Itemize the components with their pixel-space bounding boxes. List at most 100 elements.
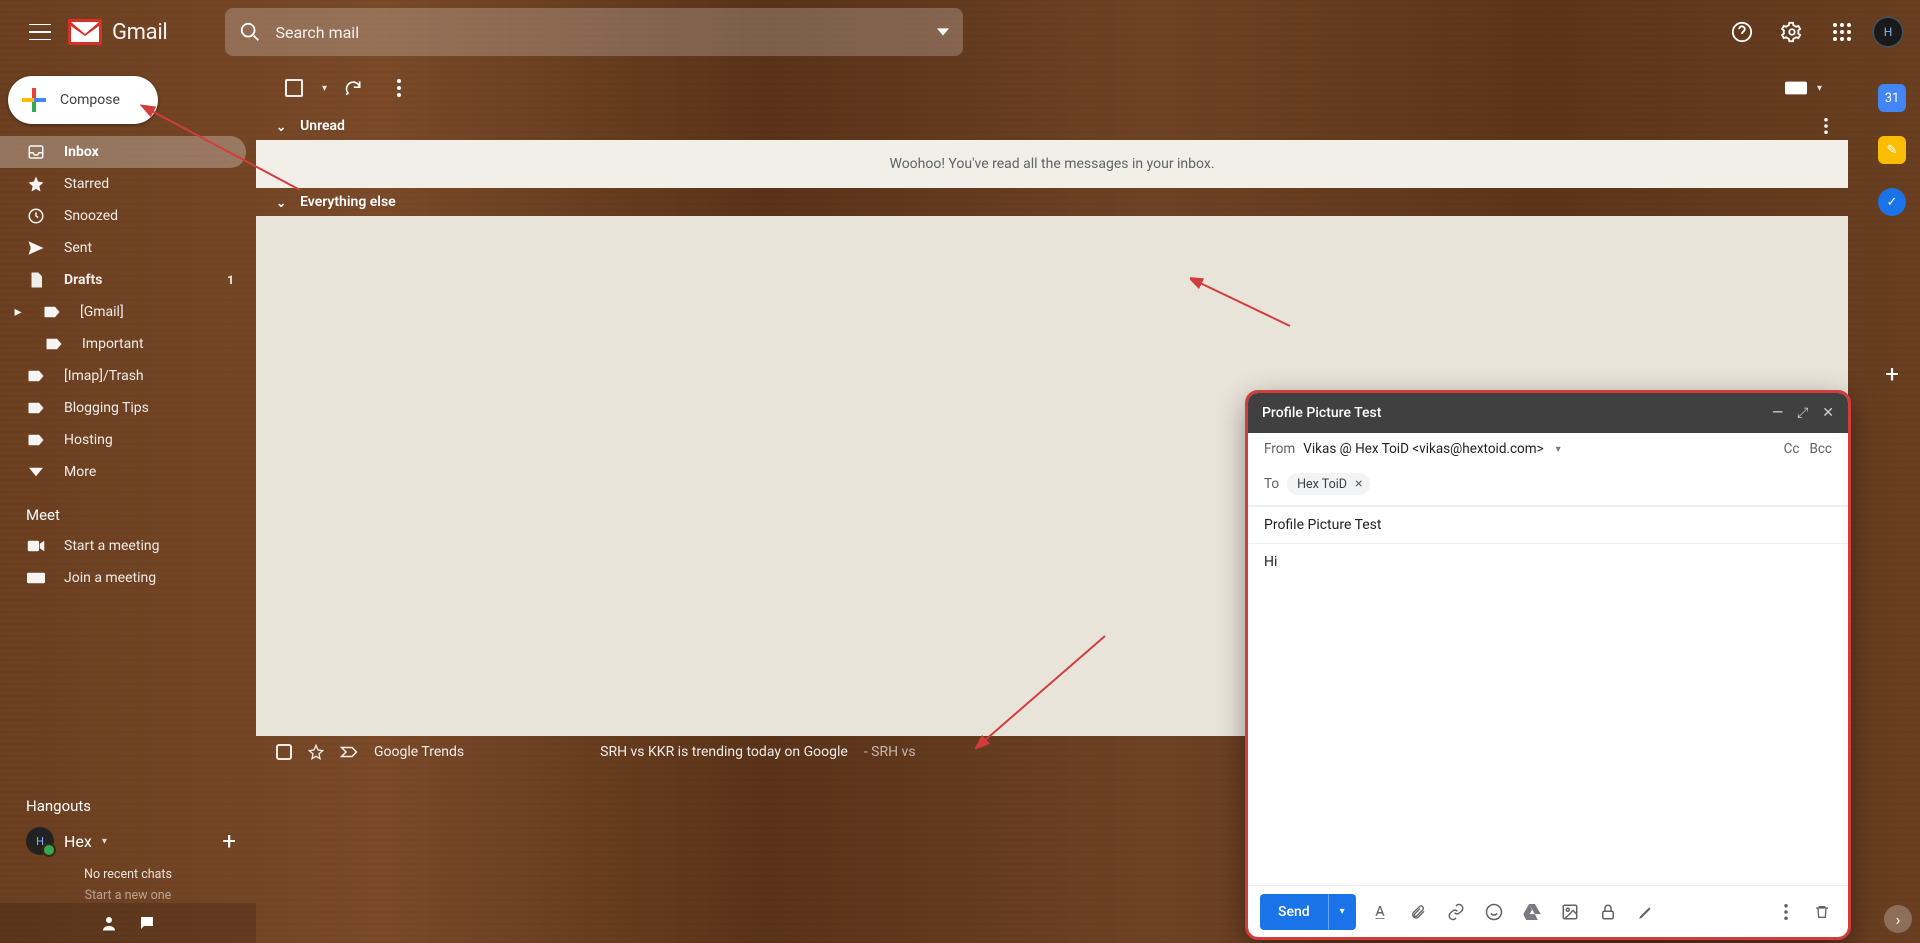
section-everything-else[interactable]: ⌃ Everything else (256, 188, 1848, 216)
sidebar-item-important[interactable]: Important (0, 328, 246, 360)
hangouts-new-chat[interactable]: + (222, 827, 236, 855)
checkbox-icon[interactable] (276, 744, 292, 760)
discard-button[interactable] (1808, 898, 1836, 926)
subject-input[interactable] (1248, 506, 1848, 543)
image-button[interactable] (1556, 898, 1584, 926)
keep-icon: ✎ (1887, 143, 1898, 158)
compose-titlebar[interactable]: Profile Picture Test — ⤢ ✕ (1248, 393, 1848, 433)
chevron-up-icon: ⌃ (276, 119, 286, 133)
recipient-chip-label: Hex ToiD (1297, 477, 1347, 492)
hangouts-user-row[interactable]: H Hex ▾ + (0, 821, 256, 861)
sidebar-item-starred[interactable]: Starred (0, 168, 246, 200)
chevron-down-icon: ▾ (102, 836, 107, 847)
sidebar-item-label: Inbox (64, 144, 99, 160)
compose-body[interactable]: Hi (1248, 543, 1848, 885)
sidebar-item-label: [Imap]/Trash (64, 368, 144, 384)
compose-to-row[interactable]: To Hex ToiD × (1248, 465, 1848, 506)
meet-start[interactable]: Start a meeting (0, 530, 246, 562)
section-menu[interactable] (1824, 118, 1828, 134)
sidebar-item-inbox[interactable]: Inbox (0, 136, 246, 168)
close-icon[interactable]: ✕ (1822, 405, 1834, 421)
account-avatar[interactable]: H (1872, 16, 1904, 48)
sidebar-item-label: [Gmail] (80, 304, 124, 320)
side-panel: 31 ✎ ✓ + (1864, 64, 1920, 943)
kebab-icon (1784, 904, 1788, 920)
apps-grid-icon (1832, 22, 1852, 42)
meet-join[interactable]: Join a meeting (0, 562, 246, 594)
keyboard-icon (1785, 81, 1807, 95)
keep-addon[interactable]: ✎ (1878, 136, 1906, 164)
recipient-chip[interactable]: Hex ToiD × (1287, 473, 1370, 495)
help-icon (1731, 21, 1753, 43)
tasks-addon[interactable]: ✓ (1878, 188, 1906, 216)
apps-button[interactable] (1822, 12, 1862, 52)
expand-icon[interactable]: ⤢ (1797, 405, 1808, 421)
select-all-checkbox[interactable] (274, 68, 314, 108)
hangouts-no-recent: No recent chats (0, 861, 256, 882)
from-dropdown-icon[interactable]: ▾ (1556, 444, 1561, 455)
image-icon (1561, 903, 1579, 921)
compose-more-button[interactable] (1772, 898, 1800, 926)
settings-button[interactable] (1772, 12, 1812, 52)
compose-button[interactable]: Compose (8, 76, 158, 124)
calendar-addon[interactable]: 31 (1878, 84, 1906, 112)
gmail-logo-icon (68, 19, 102, 45)
paperclip-icon (1410, 903, 1426, 921)
sidebar-item-imap-trash[interactable]: [Imap]/Trash (0, 360, 246, 392)
kebab-icon (397, 79, 401, 97)
remove-chip-icon[interactable]: × (1355, 476, 1362, 492)
label-icon (44, 337, 64, 351)
search-options-icon[interactable] (937, 26, 949, 38)
important-icon[interactable] (340, 746, 358, 758)
sidebar-item-label: Drafts (64, 272, 102, 288)
to-label: To (1264, 476, 1279, 492)
chevron-up-icon: ⌃ (276, 195, 286, 209)
drive-button[interactable] (1518, 898, 1546, 926)
link-button[interactable] (1442, 898, 1470, 926)
formatting-button[interactable] (1366, 898, 1394, 926)
more-button[interactable] (379, 68, 419, 108)
gmail-logo[interactable]: Gmail (68, 19, 167, 45)
refresh-button[interactable] (333, 68, 373, 108)
search-bar[interactable] (225, 8, 963, 56)
label-icon (26, 369, 46, 383)
sidebar-item-blogging-tips[interactable]: Blogging Tips (0, 392, 246, 424)
sidebar-item-gmail-label[interactable]: ▸ [Gmail] (0, 296, 246, 328)
side-panel-toggle[interactable]: › (1884, 905, 1912, 933)
hangouts-bottom-tabs (0, 903, 256, 943)
emoji-button[interactable] (1480, 898, 1508, 926)
to-input[interactable] (1378, 476, 1832, 492)
send-options-button[interactable]: ▾ (1328, 894, 1356, 930)
hangouts-user-name: Hex (64, 832, 92, 851)
section-unread[interactable]: ⌃ Unread (256, 112, 1848, 140)
signature-button[interactable] (1632, 898, 1660, 926)
compose-toolbar: Send ▾ (1248, 885, 1848, 937)
sidebar-item-label: Starred (64, 176, 109, 192)
input-tools-dropdown-icon[interactable]: ▾ (1817, 83, 1822, 94)
section-label: Everything else (300, 194, 396, 210)
sidebar-item-hosting[interactable]: Hosting (0, 424, 246, 456)
cc-button[interactable]: Cc (1784, 441, 1800, 457)
select-dropdown-icon[interactable]: ▾ (322, 83, 327, 94)
attach-button[interactable] (1404, 898, 1432, 926)
star-icon[interactable] (308, 744, 324, 760)
section-label: Unread (300, 118, 345, 134)
addons-get[interactable]: + (1885, 360, 1899, 388)
bcc-button[interactable]: Bcc (1809, 441, 1832, 457)
support-button[interactable] (1722, 12, 1762, 52)
sidebar-item-sent[interactable]: Sent (0, 232, 246, 264)
person-icon[interactable] (100, 914, 118, 932)
send-button[interactable]: Send (1260, 894, 1328, 930)
minimize-icon[interactable]: — (1772, 405, 1783, 421)
input-tools-button[interactable] (1785, 81, 1807, 95)
main-menu-button[interactable] (16, 8, 64, 56)
sidebar-item-snoozed[interactable]: Snoozed (0, 200, 246, 232)
hangouts-avatar: H (26, 827, 54, 855)
confidential-button[interactable] (1594, 898, 1622, 926)
chat-icon[interactable] (138, 914, 156, 932)
search-input[interactable] (275, 23, 937, 42)
label-icon (26, 401, 46, 415)
sidebar-item-drafts[interactable]: Drafts 1 (0, 264, 246, 296)
sidebar-item-more[interactable]: More (0, 456, 246, 488)
compose-from-row[interactable]: From Vikas @ Hex ToiD <vikas@hextoid.com… (1248, 433, 1848, 465)
